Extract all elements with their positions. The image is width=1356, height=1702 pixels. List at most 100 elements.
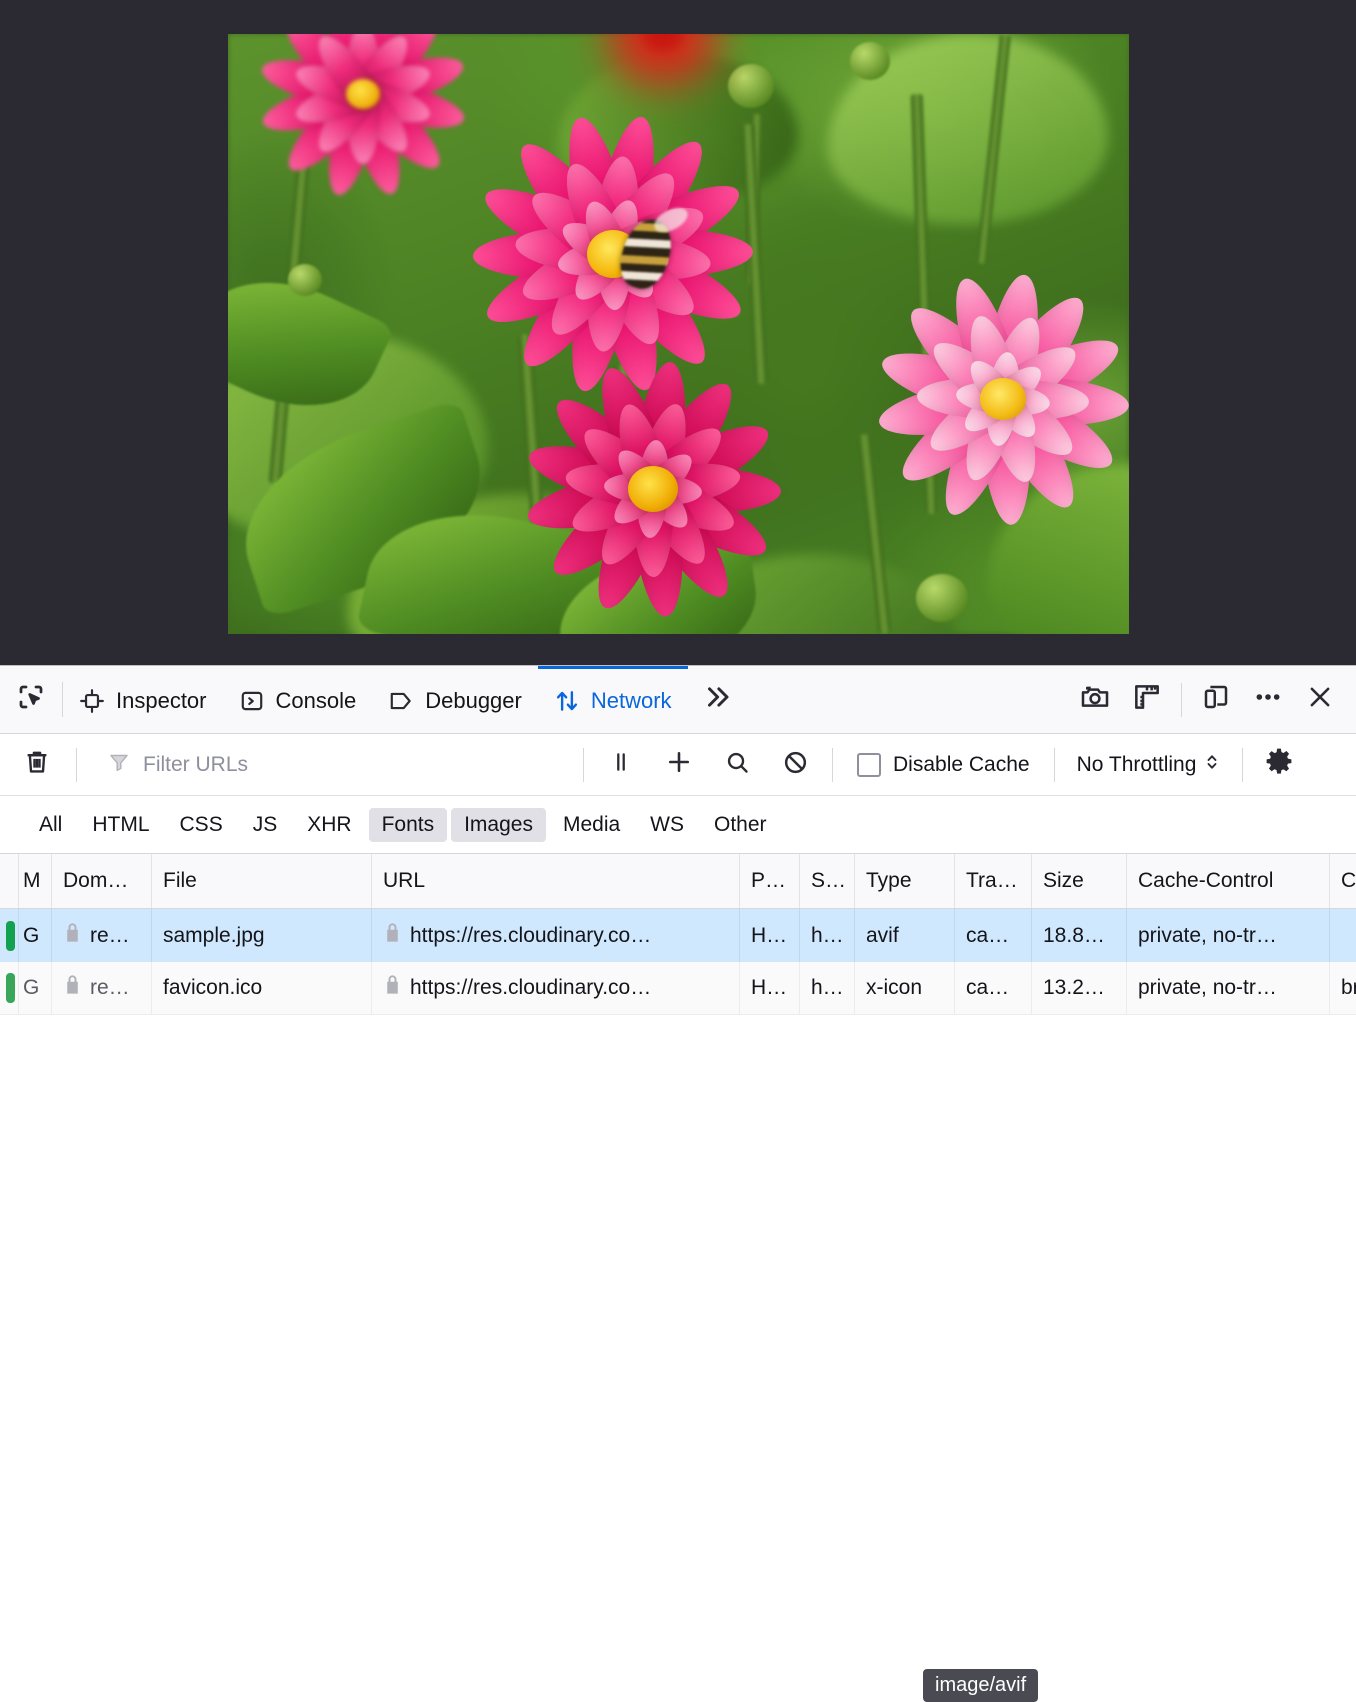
filter-pill-images[interactable]: Images [451, 808, 546, 842]
flower-center [643, 34, 683, 51]
debugger-icon [388, 688, 414, 714]
search-button[interactable] [708, 743, 766, 787]
row-type: x-icon [855, 962, 955, 1014]
block-icon [782, 749, 809, 781]
tab-label: Console [276, 688, 357, 714]
disable-cache-checkbox[interactable]: Disable Cache [841, 753, 1046, 777]
element-picker-icon [16, 682, 46, 717]
tabs-overflow-button[interactable] [688, 666, 746, 733]
funnel-icon [107, 750, 131, 779]
column-header-protocol[interactable]: P… [740, 854, 800, 908]
disable-cache-label: Disable Cache [893, 753, 1030, 777]
column-header-method[interactable]: M [19, 854, 52, 908]
row-file: favicon.ico [152, 962, 372, 1014]
column-header-transferred[interactable]: Tra… [955, 854, 1032, 908]
block-requests-button[interactable] [766, 743, 824, 787]
tab-console[interactable]: Console [223, 666, 373, 733]
network-settings-button[interactable] [1251, 746, 1307, 783]
row-cache-control: private, no-tr… [1127, 962, 1330, 1014]
row-transferred: ca… [955, 909, 1032, 962]
table-header-row: M Dom… File URL P… S… Type Tra… Size Cac… [0, 854, 1356, 909]
row-url-text: https://res.cloudinary.co… [410, 924, 651, 948]
filter-pill-fonts[interactable]: Fonts [369, 808, 448, 842]
network-icon [554, 688, 580, 714]
close-icon [1305, 682, 1335, 717]
measure-button[interactable] [1121, 674, 1173, 726]
flower-magenta-center [468, 114, 758, 394]
filter-pill-media[interactable]: Media [550, 808, 633, 842]
row-method: G [19, 909, 52, 962]
divider [1181, 683, 1182, 717]
devtools-panel: Inspector Console Debugger [0, 665, 1356, 1100]
devtools-tabbar: Inspector Console Debugger [0, 666, 1356, 734]
flower-bud [850, 42, 890, 80]
chevron-double-right-icon [702, 682, 732, 717]
search-input[interactable] [141, 752, 575, 778]
row-domain-text: re… [90, 924, 130, 948]
filter-pill-ws[interactable]: WS [637, 808, 697, 842]
filter-pill-other[interactable]: Other [701, 808, 780, 842]
table-row[interactable]: G re… favicon.ico https://res.cloudinary… [0, 962, 1356, 1015]
throttling-select[interactable]: No Throttling [1063, 750, 1235, 780]
lock-icon [383, 974, 402, 1002]
responsive-mode-button[interactable] [1190, 674, 1242, 726]
pause-button[interactable] [592, 743, 650, 787]
checkbox-box [857, 753, 881, 777]
close-devtools-button[interactable] [1294, 674, 1346, 726]
filter-pill-xhr[interactable]: XHR [294, 808, 364, 842]
tab-label: Debugger [425, 688, 522, 714]
camera-icon [1079, 681, 1111, 718]
row-url: https://res.cloudinary.co… [372, 909, 740, 962]
page-viewport [0, 0, 1356, 665]
row-url: https://res.cloudinary.co… [372, 962, 740, 1014]
tab-inspector[interactable]: Inspector [63, 666, 223, 733]
tab-network[interactable]: Network [538, 666, 688, 733]
divider [832, 748, 833, 782]
request-type-filters: All HTML CSS JS XHR Fonts Images Media W… [0, 796, 1356, 854]
column-header-status[interactable] [0, 854, 19, 908]
more-options-icon [1252, 681, 1284, 718]
divider [1242, 748, 1243, 782]
divider [1054, 748, 1055, 782]
row-size: 18.8… [1032, 909, 1127, 962]
element-picker-button[interactable] [0, 666, 62, 733]
row-scheme: h… [800, 909, 855, 962]
tab-debugger[interactable]: Debugger [372, 666, 538, 733]
filter-pill-html[interactable]: HTML [79, 808, 162, 842]
table-row[interactable]: G re… sample.jpg https://res.cloudinary.… [0, 909, 1356, 962]
lock-icon [383, 922, 402, 950]
column-header-type[interactable]: Type [855, 854, 955, 908]
sample-image[interactable] [228, 34, 1129, 634]
row-url-text: https://res.cloudinary.co… [410, 976, 651, 1000]
filter-pill-js[interactable]: JS [240, 808, 291, 842]
new-request-button[interactable] [650, 743, 708, 787]
column-header-scheme[interactable]: S… [800, 854, 855, 908]
requests-table: M Dom… File URL P… S… Type Tra… Size Cac… [0, 854, 1356, 1015]
filter-urls-field[interactable] [85, 750, 575, 779]
status-bar [6, 921, 15, 951]
clear-requests-button[interactable] [6, 747, 68, 782]
row-transferred: ca… [955, 962, 1032, 1014]
responsive-design-mode-icon [1201, 682, 1231, 717]
column-header-cache-control[interactable]: Cache-Control [1127, 854, 1330, 908]
column-header-size[interactable]: Size [1032, 854, 1127, 908]
filter-pill-css[interactable]: CSS [167, 808, 236, 842]
filter-pill-all[interactable]: All [26, 808, 75, 842]
inspector-icon [79, 688, 105, 714]
column-header-extra[interactable]: C [1330, 854, 1356, 908]
row-domain-text: re… [90, 976, 130, 1000]
column-header-domain[interactable]: Dom… [52, 854, 152, 908]
trash-icon [22, 747, 52, 782]
flower-crimson-lower [518, 364, 788, 614]
row-domain: re… [52, 909, 152, 962]
column-header-file[interactable]: File [152, 854, 372, 908]
column-header-url[interactable]: URL [372, 854, 740, 908]
row-method: G [19, 962, 52, 1014]
row-scheme: h… [800, 962, 855, 1014]
screenshot-button[interactable] [1069, 674, 1121, 726]
flower-bud [288, 264, 322, 296]
flower-red-blurred [588, 34, 738, 94]
more-options-button[interactable] [1242, 674, 1294, 726]
updown-chevron-icon [1204, 750, 1220, 780]
row-extra [1330, 909, 1356, 962]
